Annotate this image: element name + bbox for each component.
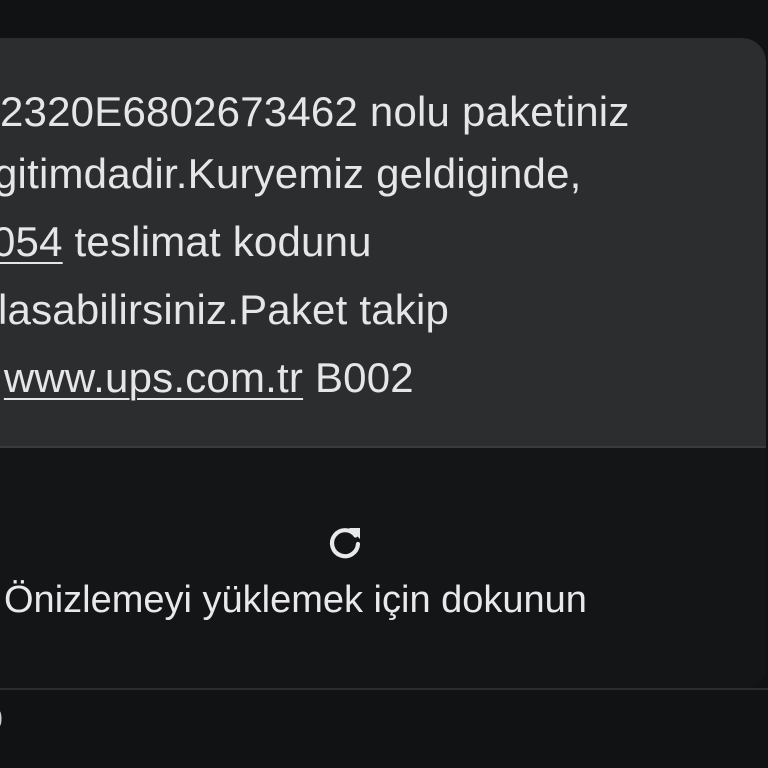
- message-line-5: :www.ups.com.tr B002: [0, 354, 414, 402]
- message-bubble[interactable]: 2320E6802673462 nolu paketiniz gitimdadi…: [0, 38, 766, 448]
- message-card[interactable]: 2320E6802673462 nolu paketiniz gitimdadi…: [0, 38, 766, 690]
- message-line-2-text: gitimdadir.Kuryemiz geldiginde,: [0, 150, 582, 197]
- divider: [0, 688, 768, 690]
- message-line-3: 054 teslimat kodunu: [0, 218, 372, 266]
- top-bar: [0, 0, 768, 38]
- load-preview-label[interactable]: Önizlemeyi yüklemek için dokunun: [0, 578, 766, 622]
- message-line-1-text: 2320E6802673462 nolu paketiniz: [0, 88, 630, 135]
- link-preview-area[interactable]: Önizlemeyi yüklemek için dokunun: [0, 448, 766, 690]
- ups-website-link[interactable]: www.ups.com.tr: [4, 354, 303, 401]
- message-line-3-text: teslimat kodunu: [62, 218, 372, 265]
- refresh-icon[interactable]: [325, 522, 365, 562]
- message-line-4-text: lasabilirsiniz.Paket takip: [0, 286, 450, 333]
- message-line-5-suffix: B002: [303, 354, 414, 401]
- message-line-4: lasabilirsiniz.Paket takip: [0, 286, 449, 334]
- message-line-1: 2320E6802673462 nolu paketiniz: [0, 88, 630, 136]
- footer-text: 0: [0, 702, 3, 738]
- message-line-2: gitimdadir.Kuryemiz geldiginde,: [0, 150, 582, 198]
- delivery-code-link[interactable]: 054: [0, 218, 63, 265]
- messaging-screen: 2320E6802673462 nolu paketiniz gitimdadi…: [0, 0, 768, 768]
